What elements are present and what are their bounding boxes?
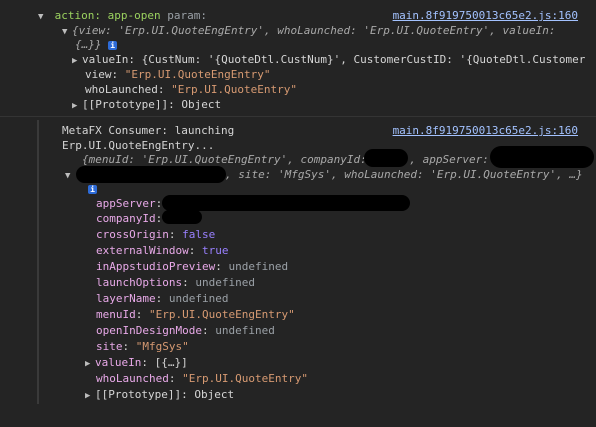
triangle-right-icon[interactable]: ▶ bbox=[72, 99, 82, 113]
entry-2-message-line2: Erp.UI.QuoteEngEntry... bbox=[62, 139, 214, 153]
prop-key: openInDesignMode bbox=[96, 324, 202, 337]
prop-key: site bbox=[96, 340, 123, 353]
redaction-mark bbox=[364, 149, 408, 167]
prop-menuId: menuId: "Erp.UI.QuoteEngEntry" bbox=[96, 308, 295, 321]
prop-key: valueIn bbox=[95, 356, 142, 369]
prop-prototype[interactable]: ▶ [[Prototype]]: Object bbox=[72, 98, 221, 112]
prop-launchOptions: launchOptions: undefined bbox=[96, 276, 255, 289]
summary-text-a: {menuId: 'Erp.UI.QuoteEngEntry', company… bbox=[82, 153, 374, 166]
prop-key: launchOptions bbox=[96, 276, 183, 289]
redaction-mark bbox=[490, 146, 594, 168]
prop-key: externalWindow bbox=[96, 244, 189, 257]
triangle-down-icon[interactable]: ▼ bbox=[62, 25, 72, 39]
prop-key: inAppstudioPreview bbox=[96, 260, 216, 273]
prop-key: whoLaunched bbox=[85, 83, 158, 96]
source-link-text[interactable]: main.8f919750013c65e2.js:160 bbox=[393, 124, 578, 137]
redaction-mark bbox=[162, 210, 202, 224]
triangle-right-icon[interactable]: ▶ bbox=[72, 54, 82, 68]
prop-value: "Erp.UI.QuoteEngEntry" bbox=[149, 308, 295, 321]
triangle-down-icon[interactable]: ▼ bbox=[65, 169, 75, 183]
summary-text: {view: 'Erp.UI.QuoteEngEntry', whoLaunch… bbox=[72, 24, 556, 37]
prop-view: view: "Erp.UI.QuoteEngEntry" bbox=[85, 68, 271, 81]
entry-2-info: i bbox=[88, 182, 97, 196]
prop-openInDesignMode: openInDesignMode: undefined bbox=[96, 324, 275, 337]
prop-value: undefined bbox=[168, 292, 229, 305]
prop-site: site: "MfgSys" bbox=[96, 340, 189, 353]
prop-externalWindow: externalWindow: true bbox=[96, 244, 229, 257]
entry-1-label-suffix: param: bbox=[160, 9, 207, 22]
prop-key: menuId bbox=[96, 308, 136, 321]
redaction-mark bbox=[162, 195, 410, 211]
prop-value: Object bbox=[194, 388, 235, 401]
prop-inAppstudioPreview: inAppstudioPreview: undefined bbox=[96, 260, 289, 273]
prop-key: [[Prototype]] bbox=[82, 98, 169, 111]
prop-prototype[interactable]: ▶ [[Prototype]]: Object bbox=[85, 388, 234, 402]
prop-crossOrigin: crossOrigin: false bbox=[96, 228, 216, 241]
prop-value: "Erp.UI.QuoteEntry" bbox=[171, 83, 297, 96]
prop-appServer: appServer: bbox=[96, 197, 163, 210]
entry-2-source-link[interactable]: main.8f919750013c65e2.js:160 bbox=[393, 124, 578, 138]
entry-1-label: action: app-open bbox=[54, 9, 161, 22]
prop-value: true bbox=[201, 244, 229, 257]
entry-1-source-link[interactable]: main.8f919750013c65e2.js:160 bbox=[393, 9, 578, 23]
triangle-right-icon[interactable]: ▶ bbox=[85, 389, 95, 403]
info-icon[interactable]: i bbox=[88, 184, 97, 194]
entry-1-summary-cont: {…}} i bbox=[75, 38, 118, 52]
info-icon[interactable]: i bbox=[108, 40, 118, 50]
prop-valueIn[interactable]: ▶ valueIn: [{…}] bbox=[85, 356, 188, 370]
summary-text-b: , appServer: bbox=[409, 153, 489, 166]
prop-companyId: companyId: bbox=[96, 212, 163, 225]
summary-cont-text: {…}} bbox=[75, 38, 102, 51]
prop-key: crossOrigin bbox=[96, 228, 169, 241]
prop-key: [[Prototype]] bbox=[95, 388, 182, 401]
redaction-mark bbox=[76, 166, 226, 183]
prop-value: Object bbox=[181, 98, 222, 111]
log-entry-1-header[interactable]: ▼ action: app-open param: bbox=[38, 9, 207, 23]
triangle-down-icon[interactable]: ▼ bbox=[38, 10, 48, 24]
devtools-console: ▼ action: app-open param: main.8f9197500… bbox=[0, 0, 596, 427]
prop-key: companyId bbox=[96, 212, 156, 225]
prop-value: false bbox=[182, 228, 216, 241]
prop-key: valueIn bbox=[82, 53, 129, 66]
prop-key: whoLaunched bbox=[96, 372, 169, 385]
triangle-right-icon[interactable]: ▶ bbox=[85, 357, 95, 371]
group-indent-bar bbox=[37, 120, 39, 404]
message-text: MetaFX Consumer: launching bbox=[62, 124, 235, 137]
prop-layerName: layerName: undefined bbox=[96, 292, 229, 305]
prop-key: layerName bbox=[96, 292, 156, 305]
prop-value: {CustNum: '{QuoteDtl.CustNum}', Customer… bbox=[141, 53, 586, 66]
prop-value: [{…}] bbox=[154, 356, 188, 369]
entry-2-summary-line1[interactable]: {menuId: 'Erp.UI.QuoteEngEntry', company… bbox=[82, 153, 489, 167]
prop-key: view bbox=[85, 68, 112, 81]
prop-valueIn[interactable]: ▶ valueIn: {CustNum: '{QuoteDtl.CustNum}'… bbox=[72, 53, 585, 67]
message-text: Erp.UI.QuoteEngEntry... bbox=[62, 139, 215, 152]
prop-key: appServer bbox=[96, 197, 156, 210]
source-link-text[interactable]: main.8f919750013c65e2.js:160 bbox=[393, 9, 578, 22]
prop-value: "MfgSys" bbox=[135, 340, 189, 353]
prop-whoLaunched: whoLaunched: "Erp.UI.QuoteEntry" bbox=[96, 372, 308, 385]
prop-value: "Erp.UI.QuoteEngEntry" bbox=[124, 68, 271, 81]
prop-value: undefined bbox=[195, 276, 255, 289]
summary-text-line2: , site: 'MfgSys', whoLaunched: 'Erp.UI.Q… bbox=[225, 168, 583, 181]
prop-whoLaunched: whoLaunched: "Erp.UI.QuoteEntry" bbox=[85, 83, 297, 96]
entry-1-summary[interactable]: ▼ {view: 'Erp.UI.QuoteEngEntry', whoLaunc… bbox=[62, 24, 555, 38]
entry-2-message-line1: MetaFX Consumer: launching bbox=[62, 124, 234, 138]
entry-separator bbox=[0, 116, 596, 117]
prop-value: undefined bbox=[228, 260, 289, 273]
prop-value: "Erp.UI.QuoteEntry" bbox=[182, 372, 308, 385]
prop-value: undefined bbox=[215, 324, 275, 337]
